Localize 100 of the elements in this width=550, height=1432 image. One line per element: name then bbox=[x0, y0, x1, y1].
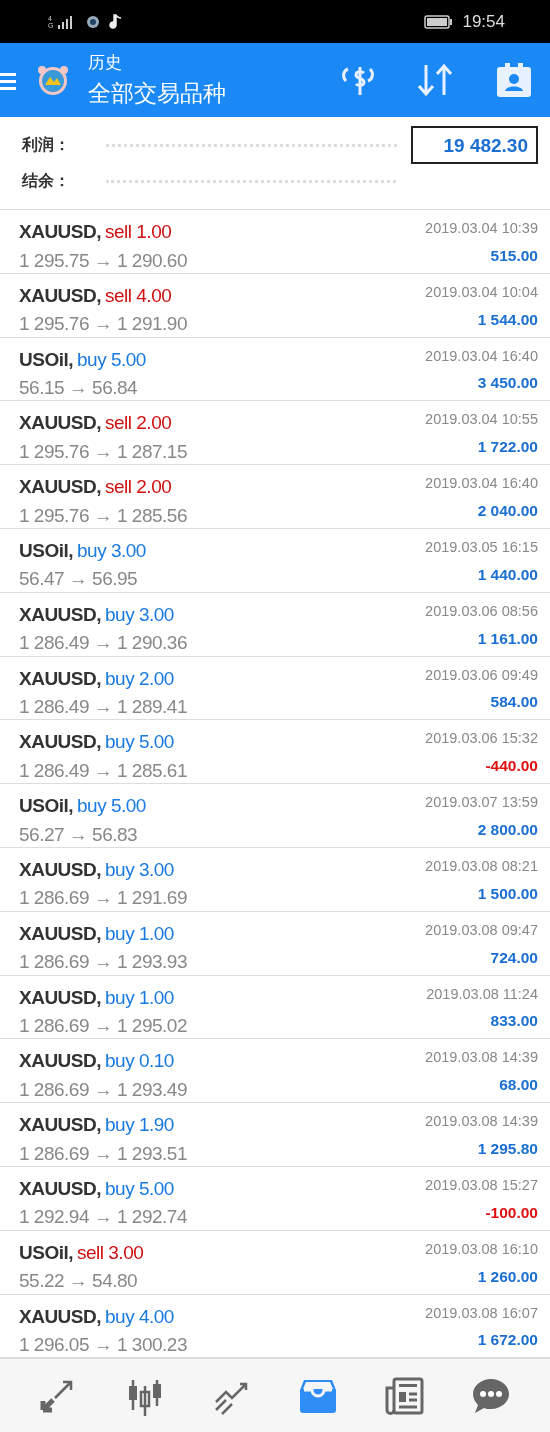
order-type: sell 3.00 bbox=[77, 1240, 144, 1265]
profit-total: 19 482.30 bbox=[411, 125, 538, 165]
symbol-name: XAUUSD, bbox=[19, 411, 101, 436]
price-range: 56.15 → 56.84 bbox=[19, 376, 139, 401]
deal-time: 2019.03.08 14:39 bbox=[425, 1048, 538, 1068]
deal-profit: 2 800.00 bbox=[476, 819, 538, 840]
deal-time: 2019.03.04 10:39 bbox=[425, 219, 538, 238]
symbol-name: XAUUSD, bbox=[19, 857, 101, 882]
deal-time: 2019.03.08 09:47 bbox=[425, 920, 538, 940]
deal-time: 2019.03.06 15:32 bbox=[425, 729, 538, 749]
price-range: 1 295.76 → 1 291.90 bbox=[19, 312, 187, 337]
order-type: buy 1.90 bbox=[105, 1113, 174, 1138]
price-range: 56.27 → 56.83 bbox=[19, 822, 139, 847]
order-type: buy 5.00 bbox=[105, 730, 174, 755]
order-type: buy 4.00 bbox=[105, 1304, 174, 1329]
symbol-name: XAUUSD, bbox=[19, 730, 101, 755]
deal-time: 2019.03.08 08:21 bbox=[425, 856, 538, 876]
screen-title: 历史 bbox=[88, 52, 123, 74]
deal-row[interactable]: XAUUSD, buy 2.00 1 286.49 → 1 289.41 2019.03.06 09:49 584.00 bbox=[0, 656, 550, 721]
deal-time: 2019.03.04 10:04 bbox=[425, 282, 538, 302]
deal-row[interactable]: USOil, buy 5.00 56.15 → 56.84 2019.03.04 16:40 3 450.00 bbox=[0, 337, 550, 402]
music-note-icon bbox=[108, 13, 122, 30]
price-range: 1 292.94 → 1 292.74 bbox=[19, 1205, 187, 1230]
order-type: sell 2.00 bbox=[105, 411, 172, 436]
deal-profit: 833.00 bbox=[489, 1011, 538, 1032]
deal-profit: -100.00 bbox=[484, 1202, 538, 1223]
deal-row[interactable]: XAUUSD, buy 5.00 1 286.49 → 1 285.61 2019.03.06 15:32 -440.00 bbox=[0, 720, 550, 785]
symbol-name: XAUUSD, bbox=[19, 475, 101, 500]
deal-row[interactable]: XAUUSD, buy 5.00 1 292.94 → 1 292.74 2019.03.08 15:27 -100.00 bbox=[0, 1166, 550, 1231]
symbol-name: XAUUSD, bbox=[19, 283, 101, 308]
deal-row[interactable]: XAUUSD, sell 2.00 1 295.76 → 1 287.15 2019.03.04 10:55 1 722.00 bbox=[0, 401, 550, 466]
deal-row[interactable]: XAUUSD, buy 1.00 1 286.69 → 1 295.02 2019.03.08 11:24 833.00 bbox=[0, 975, 550, 1040]
order-type: buy 5.00 bbox=[105, 1176, 174, 1201]
price-range: 55.22 → 54.80 bbox=[19, 1269, 139, 1294]
symbol-name: XAUUSD, bbox=[19, 666, 101, 691]
symbol-filter-title[interactable]: 全部交易品种 bbox=[88, 75, 304, 110]
order-type: buy 0.10 bbox=[105, 1049, 174, 1074]
deal-row[interactable]: XAUUSD, sell 2.00 1 295.76 → 1 285.56 2019.03.04 16:40 2 040.00 bbox=[0, 465, 550, 529]
deal-profit: 1 722.00 bbox=[476, 437, 538, 458]
deal-time: 2019.03.08 16:07 bbox=[425, 1303, 538, 1323]
deal-profit: 584.00 bbox=[489, 692, 538, 713]
deal-time: 2019.03.04 10:55 bbox=[425, 410, 538, 430]
newspaper-icon bbox=[384, 1375, 425, 1416]
order-type: buy 5.00 bbox=[77, 794, 146, 819]
order-type: buy 3.00 bbox=[77, 539, 146, 563]
deal-time: 2019.03.08 15:27 bbox=[425, 1175, 538, 1195]
deal-time: 2019.03.08 16:10 bbox=[425, 1239, 538, 1259]
deal-row[interactable]: XAUUSD, buy 3.00 1 286.69 → 1 291.69 2019.03.08 08:21 1 500.00 bbox=[0, 847, 550, 912]
price-range: 1 295.75 → 1 290.60 bbox=[19, 248, 187, 273]
price-range: 1 286.69 → 1 293.49 bbox=[19, 1077, 187, 1102]
symbol-name: XAUUSD, bbox=[19, 1049, 101, 1074]
deal-profit: 2 040.00 bbox=[476, 500, 538, 521]
deal-time: 2019.03.06 09:49 bbox=[425, 665, 538, 685]
deal-row[interactable]: XAUUSD, buy 1.90 1 286.69 → 1 293.51 2019.03.08 14:39 1 295.80 bbox=[0, 1103, 550, 1167]
deal-profit: 1 672.00 bbox=[476, 1330, 538, 1351]
deal-profit: 724.00 bbox=[489, 947, 538, 968]
order-type: buy 1.00 bbox=[105, 921, 174, 946]
deal-time: 2019.03.04 16:40 bbox=[425, 474, 538, 494]
price-range: 1 295.76 → 1 285.56 bbox=[19, 503, 187, 528]
order-type: sell 1.00 bbox=[105, 220, 172, 244]
contact-card-icon bbox=[494, 61, 534, 99]
deal-profit: 1 295.80 bbox=[476, 1138, 538, 1159]
deal-profit: 68.00 bbox=[498, 1075, 538, 1096]
profit-label: 利润： bbox=[22, 135, 71, 155]
order-type: sell 4.00 bbox=[105, 283, 172, 308]
order-type: buy 2.00 bbox=[105, 666, 174, 691]
deal-time: 2019.03.04 16:40 bbox=[425, 346, 538, 366]
deal-time: 2019.03.05 16:15 bbox=[425, 538, 538, 557]
price-range: 1 286.69 → 1 291.69 bbox=[19, 886, 187, 911]
symbol-name: XAUUSD, bbox=[19, 921, 101, 946]
deal-row[interactable]: USOil, buy 5.00 56.27 → 56.83 2019.03.07 13:59 2 800.00 bbox=[0, 784, 550, 848]
symbol-name: XAUUSD, bbox=[19, 602, 101, 627]
symbol-name: USOil, bbox=[19, 794, 73, 819]
order-type: buy 1.00 bbox=[105, 985, 174, 1010]
menu-icon bbox=[0, 70, 16, 91]
deal-row[interactable]: XAUUSD, buy 0.10 1 286.69 → 1 293.49 2019.03.08 14:39 68.00 bbox=[0, 1039, 550, 1104]
clock: 19:54 bbox=[462, 10, 505, 33]
deal-profit: 3 450.00 bbox=[476, 373, 538, 394]
deal-row[interactable]: XAUUSD, buy 1.00 1 286.69 → 1 293.93 2019.03.08 09:47 724.00 bbox=[0, 911, 550, 976]
price-range: 1 286.69 → 1 295.02 bbox=[19, 1014, 187, 1039]
price-range: 1 286.49 → 1 290.36 bbox=[19, 631, 187, 656]
price-range: 1 286.49 → 1 289.41 bbox=[19, 695, 187, 720]
deal-row[interactable]: XAUUSD, sell 4.00 1 295.76 → 1 291.90 2019.03.04 10:04 1 544.00 bbox=[0, 273, 550, 338]
deal-row[interactable]: XAUUSD, buy 3.00 1 286.49 → 1 290.36 2019.03.06 08:56 1 161.00 bbox=[0, 592, 550, 657]
deal-time: 2019.03.08 11:24 bbox=[426, 984, 538, 1004]
price-range: 1 296.05 → 1 300.23 bbox=[19, 1333, 187, 1358]
deal-profit: 1 161.00 bbox=[476, 628, 538, 649]
symbol-name: XAUUSD, bbox=[19, 1176, 101, 1201]
deal-row[interactable]: USOil, sell 3.00 55.22 → 54.80 2019.03.08 16:10 1 260.00 bbox=[0, 1230, 550, 1295]
price-range: 1 286.69 → 1 293.51 bbox=[19, 1141, 187, 1166]
app-logo-icon bbox=[36, 64, 70, 96]
deal-row[interactable]: USOil, buy 3.00 56.47 → 56.95 2019.03.05 16:15 1 440.00 bbox=[0, 529, 550, 593]
price-range: 1 286.69 → 1 293.93 bbox=[19, 950, 187, 975]
order-type: buy 5.00 bbox=[77, 347, 146, 372]
deal-time: 2019.03.08 14:39 bbox=[425, 1112, 538, 1132]
order-type: buy 3.00 bbox=[105, 602, 174, 627]
order-type: buy 3.00 bbox=[105, 857, 174, 882]
symbol-name: XAUUSD, bbox=[19, 1304, 101, 1329]
deal-row[interactable]: XAUUSD, sell 1.00 1 295.75 → 1 290.60 2019.03.04 10:39 515.00 bbox=[0, 210, 550, 274]
deal-profit: 1 260.00 bbox=[476, 1266, 538, 1287]
